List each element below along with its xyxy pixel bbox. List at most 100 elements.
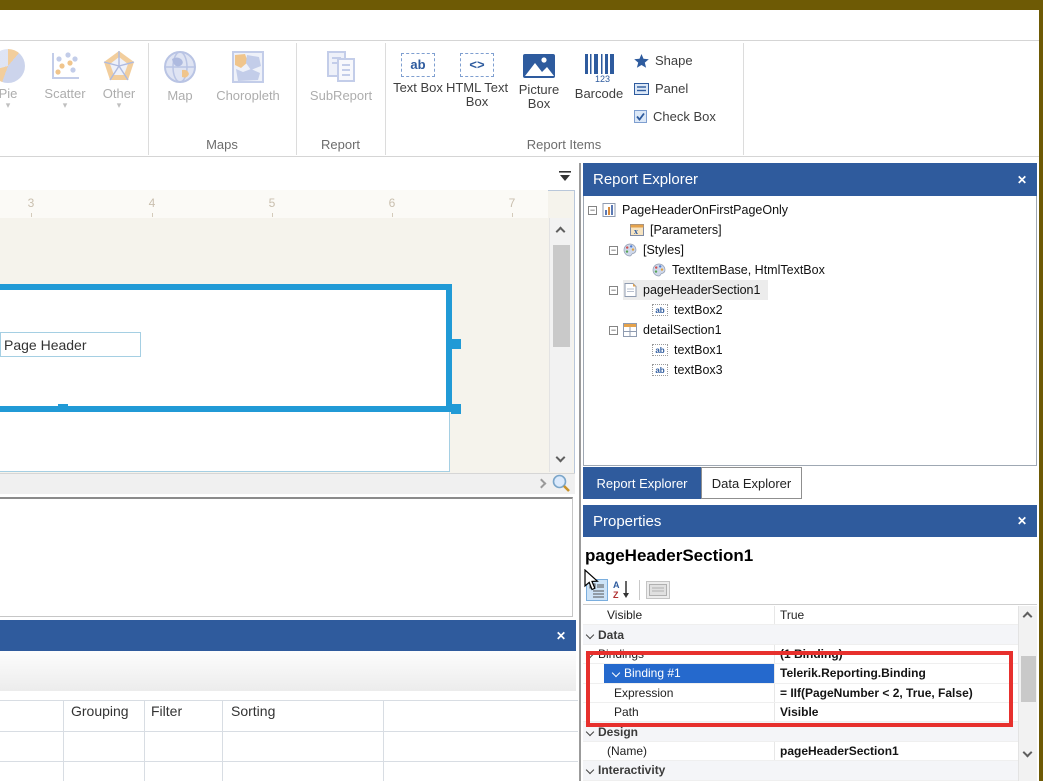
scatter-chart-icon: [48, 49, 82, 83]
category-label: Interactivity: [598, 763, 665, 777]
html-text-box-label: HTML Text Box: [446, 80, 508, 109]
text-box-button[interactable]: ab Text Box: [393, 53, 443, 95]
chevron-down-icon[interactable]: [586, 727, 594, 735]
tree-node-root[interactable]: − PageHeaderOnFirstPageOnly: [588, 200, 788, 220]
group-panel-empty-area: [0, 497, 573, 617]
column-header-filter[interactable]: Filter: [151, 703, 182, 719]
tree-node-parameters[interactable]: x [Parameters]: [630, 220, 722, 240]
collapse-icon[interactable]: −: [588, 206, 597, 215]
svg-text:A: A: [613, 580, 620, 590]
other-chart-label: Other: [103, 86, 136, 101]
tree-node-textbox2[interactable]: ab textBox2: [652, 300, 723, 320]
scroll-right-icon[interactable]: [537, 479, 547, 489]
tree-node-styles[interactable]: − [Styles]: [609, 240, 684, 260]
html-text-box-button[interactable]: <> HTML Text Box: [444, 53, 510, 109]
ruler-tick-label: 3: [21, 196, 41, 210]
pie-chart-button[interactable]: Pie ▾: [0, 49, 32, 109]
design-filter-button[interactable]: [558, 170, 574, 184]
property-pages-button[interactable]: [646, 581, 670, 599]
design-horizontal-scrollbar[interactable]: [0, 473, 575, 494]
page-header-textbox[interactable]: Page Header: [0, 332, 141, 357]
chevron-down-icon[interactable]: [586, 630, 594, 638]
property-row-name[interactable]: (Name) pageHeaderSection1: [583, 742, 1018, 761]
report-items-group-label: Report Items: [385, 137, 743, 152]
close-icon[interactable]: ✕: [1017, 514, 1027, 528]
scrollbar-thumb[interactable]: [553, 245, 570, 347]
close-icon[interactable]: ✕: [1017, 173, 1027, 187]
tree-node-textbox1[interactable]: ab textBox1: [652, 340, 723, 360]
choropleth-button[interactable]: Choropleth: [205, 49, 291, 103]
tree-selected-highlight: pageHeaderSection1: [623, 280, 768, 300]
property-value[interactable]: True: [774, 606, 804, 624]
pie-chart-label: Pie: [0, 86, 17, 101]
selected-object-name: pageHeaderSection1: [585, 546, 753, 566]
map-button[interactable]: Map: [157, 49, 203, 103]
other-chart-button[interactable]: Other ▾: [94, 49, 144, 109]
zoom-magnifier-icon[interactable]: [551, 473, 571, 493]
report-group-label: Report: [296, 137, 385, 152]
category-row-interactivity[interactable]: Interactivity: [583, 761, 1018, 780]
report-icon: [602, 203, 616, 217]
property-row-visible[interactable]: Visible True: [583, 606, 1018, 625]
check-box-label: Check Box: [653, 109, 716, 124]
scrollbar-thumb[interactable]: [1021, 656, 1036, 702]
detail-section[interactable]: [0, 412, 450, 472]
property-value[interactable]: pageHeaderSection1: [774, 742, 899, 760]
collapse-icon[interactable]: −: [609, 326, 618, 335]
toolbar-separator: [639, 580, 640, 600]
alphabetical-sort-button[interactable]: A Z: [612, 579, 634, 601]
close-icon[interactable]: ✕: [556, 629, 566, 643]
collapse-icon[interactable]: −: [609, 246, 618, 255]
column-header-sorting[interactable]: Sorting: [231, 703, 275, 719]
tree-node-detail-section[interactable]: − detailSection1: [609, 320, 722, 340]
resize-handle-right[interactable]: [451, 339, 461, 349]
binding-annotation-box: [586, 651, 1013, 727]
property-pages-icon: [649, 584, 667, 596]
html-text-box-icon: <>: [460, 53, 494, 77]
tree-node-label: textBox2: [674, 303, 723, 317]
tree-node-page-header-section[interactable]: − pageHeaderSection1: [609, 280, 768, 300]
barcode-button[interactable]: 123 Barcode: [568, 53, 630, 101]
detail-section-icon: [623, 323, 637, 337]
panel-button[interactable]: Panel: [634, 81, 688, 96]
textbox-icon: ab: [652, 364, 668, 376]
scatter-chart-button[interactable]: Scatter ▾: [38, 49, 92, 109]
subreport-button[interactable]: SubReport: [300, 49, 382, 103]
textbox-icon: ab: [652, 344, 668, 356]
picture-box-button[interactable]: Picture Box: [511, 53, 567, 111]
group-divider: [743, 43, 744, 155]
svg-text:x: x: [634, 227, 638, 236]
scroll-up-icon[interactable]: [556, 227, 566, 237]
category-row-data[interactable]: Data: [583, 625, 1018, 644]
section-selection-border-top: [0, 284, 452, 290]
svg-text:123: 123: [595, 74, 610, 83]
ruler-tick: [512, 213, 513, 217]
scroll-up-icon[interactable]: [1023, 612, 1033, 622]
tab-data-explorer[interactable]: Data Explorer: [701, 467, 802, 499]
tree-node-style-rule[interactable]: TextItemBase, HtmlTextBox: [652, 260, 825, 280]
tab-report-explorer[interactable]: Report Explorer: [583, 467, 701, 499]
scroll-down-icon[interactable]: [1023, 748, 1033, 758]
ruler-tick-label: 5: [262, 196, 282, 210]
category-label: Data: [598, 628, 624, 642]
chevron-down-icon[interactable]: [586, 766, 594, 774]
choropleth-label: Choropleth: [216, 88, 280, 103]
scroll-down-icon[interactable]: [556, 453, 566, 463]
design-vertical-scrollbar[interactable]: [549, 218, 572, 472]
collapse-icon[interactable]: −: [609, 286, 618, 295]
panel-splitter[interactable]: [579, 163, 581, 781]
check-box-button[interactable]: Check Box: [634, 109, 716, 124]
properties-toolbar: A Z: [583, 576, 1037, 605]
group-panel-titlebar: ✕: [0, 620, 576, 651]
section-page-icon: [623, 283, 637, 297]
barcode-icon: 123: [582, 53, 616, 83]
panel-label: Panel: [655, 81, 688, 96]
resize-handle-corner[interactable]: [451, 404, 461, 414]
styles-palette-icon: [652, 263, 666, 277]
pie-dropdown-arrow: ▾: [0, 101, 32, 109]
column-header-grouping[interactable]: Grouping: [71, 703, 129, 719]
shape-button[interactable]: Shape: [634, 53, 693, 68]
filter-dropdown-icon: [558, 171, 572, 183]
properties-scrollbar[interactable]: [1018, 606, 1037, 781]
tree-node-textbox3[interactable]: ab textBox3: [652, 360, 723, 380]
